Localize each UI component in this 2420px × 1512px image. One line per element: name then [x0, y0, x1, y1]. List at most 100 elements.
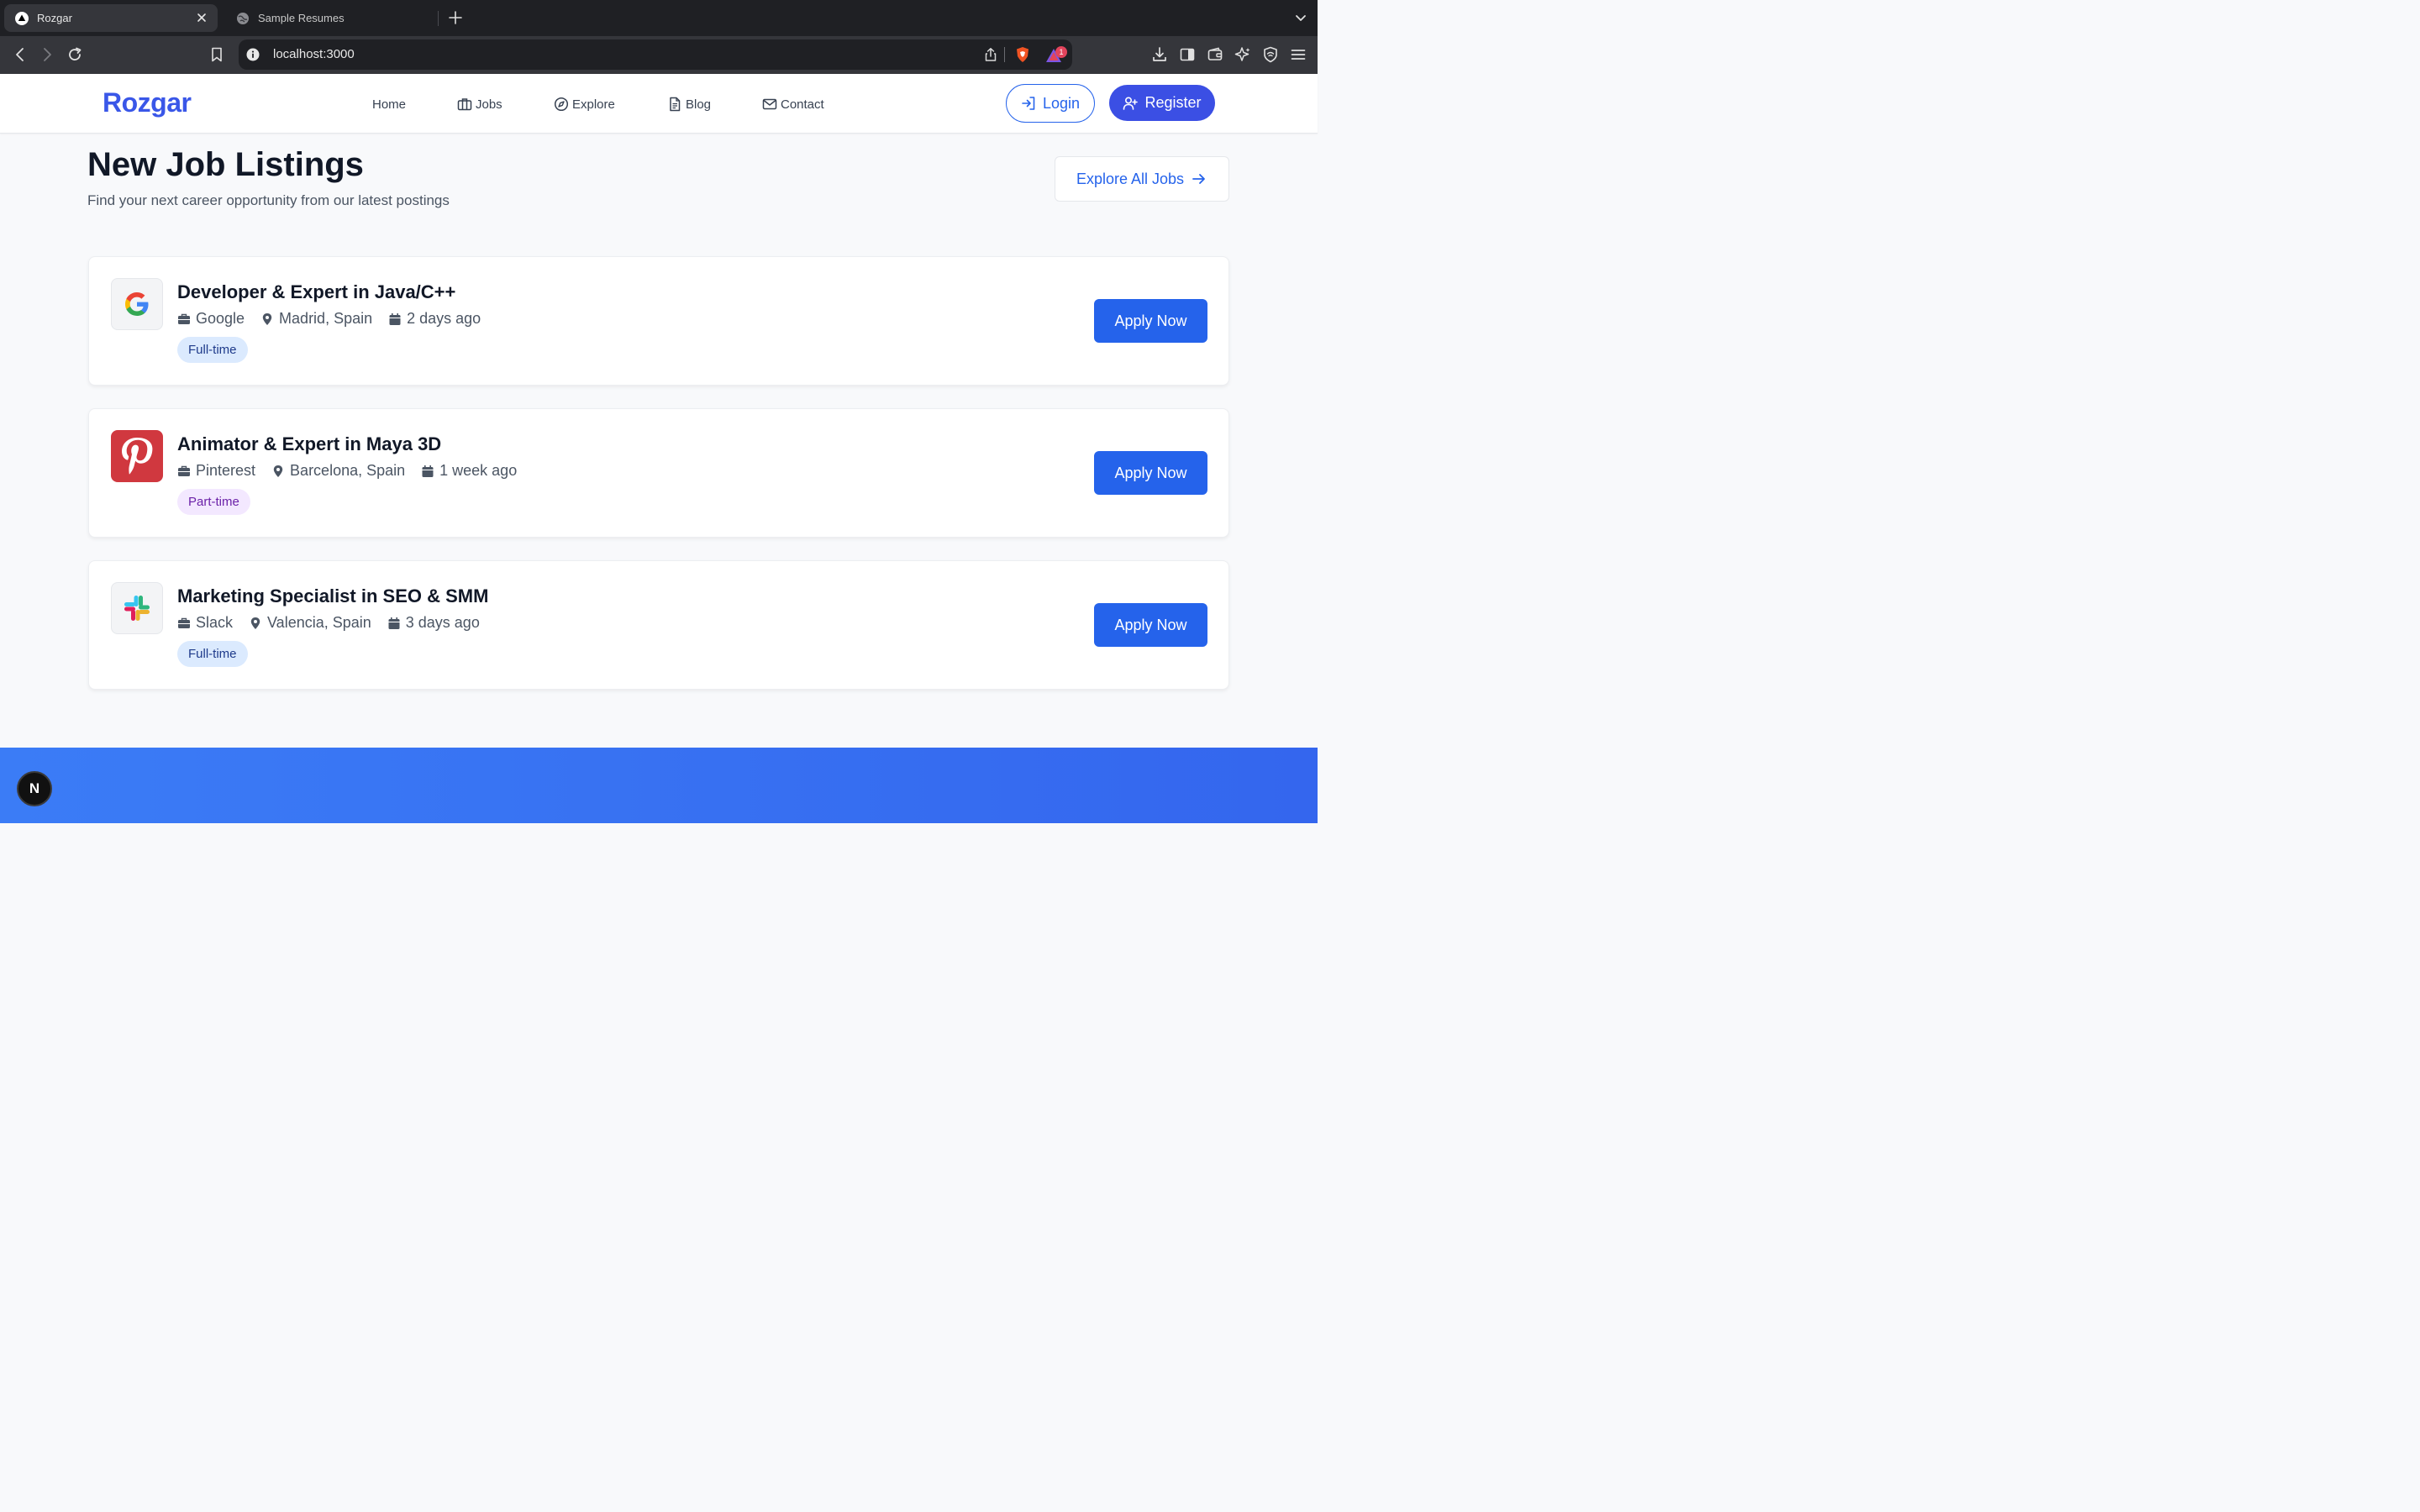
job-posted: 2 days ago: [388, 310, 481, 328]
company-logo-google: [111, 278, 163, 330]
document-icon: [670, 97, 681, 112]
calendar-icon: [422, 465, 434, 477]
job-posted: 1 week ago: [421, 462, 517, 480]
job-posted-text: 1 week ago: [439, 462, 518, 479]
company-logo-pinterest: [111, 430, 163, 482]
nav-contact-label: Contact: [781, 97, 824, 112]
nav-explore[interactable]: Explore: [554, 96, 615, 113]
job-posted: 3 days ago: [387, 614, 480, 632]
footer-cta-section: [0, 748, 1318, 823]
job-company-name: Pinterest: [196, 462, 256, 479]
url-divider: [1004, 47, 1005, 62]
wallet-icon[interactable]: [1207, 46, 1223, 63]
briefcase-icon: [178, 617, 190, 628]
briefcase-icon: [178, 465, 190, 476]
tab-list-chevron-icon[interactable]: [1294, 11, 1307, 24]
site-logo[interactable]: Rozgar: [103, 87, 192, 118]
apply-now-button[interactable]: Apply Now: [1094, 299, 1207, 343]
browser-tab-bar: Rozgar Sample Resumes: [0, 0, 1318, 36]
url-text: localhost:3000: [273, 47, 355, 61]
nav-blog-label: Blog: [686, 97, 712, 112]
log-in-icon: [1022, 97, 1035, 110]
job-company: Pinterest: [177, 462, 255, 480]
job-location: Madrid, Spain: [260, 310, 372, 328]
job-meta: Pinterest Barcelona, Spain 1 week ago: [177, 462, 533, 480]
nav-jobs-label: Jobs: [476, 97, 502, 112]
job-meta: Google Madrid, Spain 2 days ago: [177, 310, 497, 328]
address-bar[interactable]: localhost:3000 1: [239, 39, 1072, 70]
login-label: Login: [1042, 94, 1081, 112]
job-card[interactable]: Developer & Expert in Java/C++ Google Ma…: [88, 256, 1229, 386]
browser-tab-rozgar[interactable]: Rozgar: [4, 4, 218, 32]
nav-home[interactable]: Home: [372, 96, 406, 113]
map-pin-icon: [250, 617, 260, 629]
explore-all-jobs-label: Explore All Jobs: [1076, 170, 1185, 187]
apply-now-button[interactable]: Apply Now: [1094, 451, 1207, 495]
close-tab-icon[interactable]: [195, 11, 208, 24]
job-company: Google: [177, 310, 245, 328]
vercel-favicon-icon: [15, 11, 29, 25]
nav-contact[interactable]: Contact: [762, 96, 824, 113]
arrow-right-icon: [1192, 174, 1205, 184]
bookmark-icon[interactable]: [208, 46, 225, 63]
job-card[interactable]: Marketing Specialist in SEO & SMM Slack …: [88, 560, 1229, 690]
job-company-name: Google: [196, 310, 245, 327]
section-subtitle: Find your next career opportunity from o…: [87, 192, 450, 208]
google-logo-icon: [125, 292, 149, 316]
job-type-badge: Part-time: [177, 489, 250, 515]
job-title[interactable]: Animator & Expert in Maya 3D: [177, 433, 441, 455]
company-logo-slack: [111, 582, 163, 634]
user-plus-icon: [1123, 96, 1139, 110]
browser-tab-sample-resumes[interactable]: Sample Resumes: [225, 4, 437, 32]
job-posted-text: 2 days ago: [407, 310, 481, 327]
vpn-shield-icon[interactable]: [1262, 46, 1279, 63]
site-info-icon[interactable]: [246, 48, 260, 61]
calendar-icon: [388, 617, 400, 629]
tab-title: Sample Resumes: [258, 12, 345, 24]
job-location: Barcelona, Spain: [271, 462, 405, 480]
job-location-text: Valencia, Spain: [267, 614, 371, 631]
nextjs-dev-indicator[interactable]: N: [17, 771, 52, 806]
job-location-text: Madrid, Spain: [279, 310, 373, 327]
tab-divider: [438, 11, 439, 26]
job-title[interactable]: Marketing Specialist in SEO & SMM: [177, 585, 488, 607]
briefcase-icon: [178, 313, 190, 324]
reload-icon[interactable]: [66, 46, 83, 63]
job-location: Valencia, Spain: [249, 614, 371, 632]
forward-arrow-icon[interactable]: [39, 46, 55, 63]
nav-jobs[interactable]: Jobs: [457, 96, 502, 113]
brave-shields-icon[interactable]: [1014, 46, 1031, 63]
new-tab-plus-icon[interactable]: [447, 9, 464, 26]
site-header: Rozgar Home Jobs Explore Blog Contact Lo…: [0, 74, 1318, 134]
slack-logo-icon: [124, 596, 150, 621]
compass-icon: [554, 97, 569, 112]
hamburger-menu-icon[interactable]: [1290, 46, 1307, 63]
job-title[interactable]: Developer & Expert in Java/C++: [177, 281, 455, 303]
sidebar-toggle-icon[interactable]: [1179, 46, 1196, 63]
back-arrow-icon[interactable]: [12, 46, 29, 63]
share-icon[interactable]: [983, 47, 998, 62]
explore-all-jobs-button[interactable]: Explore All Jobs: [1055, 156, 1229, 202]
calendar-icon: [389, 312, 401, 325]
tab-title: Rozgar: [37, 12, 72, 24]
job-posted-text: 3 days ago: [405, 614, 480, 631]
nav-explore-label: Explore: [572, 97, 615, 112]
briefcase-icon: [457, 98, 472, 111]
job-location-text: Barcelona, Spain: [290, 462, 406, 479]
job-type-badge: Full-time: [177, 641, 248, 667]
job-company: Slack: [177, 614, 233, 632]
apply-now-button[interactable]: Apply Now: [1094, 603, 1207, 647]
leo-ai-star-icon[interactable]: [1234, 46, 1251, 63]
register-label: Register: [1144, 94, 1202, 111]
globe-favicon-icon: [237, 12, 249, 24]
nav-blog[interactable]: Blog: [667, 96, 711, 113]
login-button[interactable]: Login: [1006, 84, 1095, 123]
register-button[interactable]: Register: [1109, 85, 1215, 121]
job-card[interactable]: Animator & Expert in Maya 3D Pinterest B…: [88, 408, 1229, 538]
section-title: New Job Listings: [87, 146, 364, 183]
download-icon[interactable]: [1151, 46, 1168, 63]
map-pin-icon: [273, 465, 283, 477]
pinterest-logo-icon: [122, 438, 153, 475]
job-meta: Slack Valencia, Spain 3 days ago: [177, 614, 496, 632]
job-type-badge: Full-time: [177, 337, 248, 363]
